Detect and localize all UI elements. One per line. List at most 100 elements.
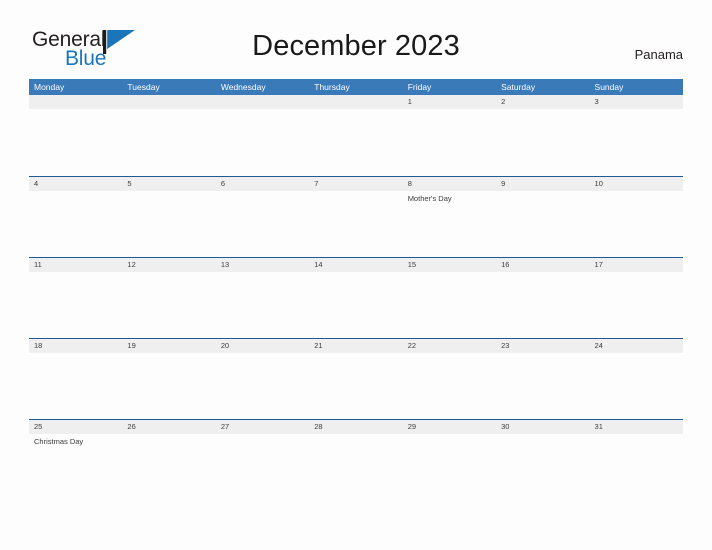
day-number[interactable]: 21 — [309, 339, 402, 353]
day-number[interactable]: 19 — [122, 339, 215, 353]
day-number[interactable]: 15 — [403, 258, 496, 272]
day-cell[interactable] — [403, 353, 496, 419]
week-event-band — [29, 272, 683, 338]
weekday-header-row: Monday Tuesday Wednesday Thursday Friday… — [29, 79, 683, 95]
day-cell[interactable] — [122, 109, 215, 175]
calendar-week-row: 1 2 3 — [29, 95, 683, 176]
day-cell[interactable] — [590, 109, 683, 175]
day-number[interactable]: 5 — [122, 177, 215, 191]
day-cell[interactable] — [496, 109, 589, 175]
week-event-band: Christmas Day — [29, 434, 683, 500]
day-number[interactable]: 17 — [590, 258, 683, 272]
day-number[interactable]: 27 — [216, 420, 309, 434]
week-date-band: 4 5 6 7 8 9 10 — [29, 176, 683, 191]
day-event: Christmas Day — [34, 437, 84, 446]
day-number[interactable]: 8 — [403, 177, 496, 191]
day-number[interactable]: 14 — [309, 258, 402, 272]
calendar-week-row: 4 5 6 7 8 9 10 Mother's Day — [29, 176, 683, 257]
day-cell[interactable] — [122, 191, 215, 257]
day-number[interactable]: 6 — [216, 177, 309, 191]
day-number[interactable]: 23 — [496, 339, 589, 353]
day-cell[interactable] — [216, 434, 309, 500]
day-cell[interactable] — [590, 272, 683, 338]
day-cell[interactable] — [29, 109, 122, 175]
day-number[interactable]: 3 — [590, 95, 683, 109]
week-date-band: 1 2 3 — [29, 95, 683, 109]
day-cell[interactable] — [403, 109, 496, 175]
day-number[interactable]: 16 — [496, 258, 589, 272]
day-cell[interactable] — [29, 272, 122, 338]
day-cell[interactable] — [216, 191, 309, 257]
week-date-band: 18 19 20 21 22 23 24 — [29, 338, 683, 353]
weekday-header-thursday: Thursday — [314, 82, 350, 92]
day-cell[interactable] — [590, 434, 683, 500]
day-cell[interactable] — [403, 434, 496, 500]
day-cell[interactable] — [309, 434, 402, 500]
day-number[interactable]: 7 — [309, 177, 402, 191]
day-number[interactable]: 22 — [403, 339, 496, 353]
day-cell[interactable] — [403, 272, 496, 338]
calendar-week-row: 11 12 13 14 15 16 17 — [29, 257, 683, 338]
day-number[interactable] — [29, 95, 122, 109]
day-number[interactable]: 1 — [403, 95, 496, 109]
day-number[interactable]: 25 — [29, 420, 122, 434]
weekday-header-sunday: Sunday — [594, 82, 624, 92]
day-cell[interactable] — [122, 434, 215, 500]
day-cell[interactable]: Mother's Day — [403, 191, 496, 257]
week-event-band: Mother's Day — [29, 191, 683, 257]
day-number[interactable]: 10 — [590, 177, 683, 191]
week-event-band — [29, 353, 683, 419]
day-cell[interactable] — [309, 109, 402, 175]
day-cell[interactable] — [309, 191, 402, 257]
week-event-band — [29, 109, 683, 175]
day-cell[interactable] — [590, 353, 683, 419]
day-number[interactable]: 12 — [122, 258, 215, 272]
day-cell[interactable] — [29, 191, 122, 257]
week-date-band: 25 26 27 28 29 30 31 — [29, 419, 683, 434]
day-cell[interactable] — [122, 272, 215, 338]
day-cell[interactable] — [122, 353, 215, 419]
day-number[interactable]: 2 — [496, 95, 589, 109]
calendar-week-row: 25 26 27 28 29 30 31 Christmas Day — [29, 419, 683, 500]
day-number[interactable]: 31 — [590, 420, 683, 434]
week-date-band: 11 12 13 14 15 16 17 — [29, 257, 683, 272]
day-cell[interactable] — [590, 191, 683, 257]
country-label: Panama — [634, 47, 683, 62]
weekday-header-tuesday: Tuesday — [127, 82, 160, 92]
day-event: Mother's Day — [407, 194, 452, 203]
day-number[interactable]: 29 — [403, 420, 496, 434]
weekday-header-monday: Monday — [34, 82, 65, 92]
day-cell[interactable] — [309, 353, 402, 419]
day-cell[interactable] — [496, 191, 589, 257]
day-number[interactable] — [309, 95, 402, 109]
page-title: December 2023 — [252, 30, 460, 62]
day-number[interactable] — [122, 95, 215, 109]
page-header: General Blue December 2023 Panama — [0, 0, 712, 76]
day-number[interactable]: 13 — [216, 258, 309, 272]
calendar-page: General Blue December 2023 Panama Monday… — [0, 0, 712, 550]
day-cell[interactable] — [309, 272, 402, 338]
day-number[interactable]: 18 — [29, 339, 122, 353]
day-number[interactable]: 26 — [122, 420, 215, 434]
day-cell[interactable] — [216, 109, 309, 175]
day-number[interactable] — [216, 95, 309, 109]
day-number[interactable]: 11 — [29, 258, 122, 272]
day-cell[interactable] — [216, 353, 309, 419]
day-cell[interactable] — [29, 353, 122, 419]
calendar-week-row: 18 19 20 21 22 23 24 — [29, 338, 683, 419]
weekday-header-friday: Friday — [407, 82, 432, 92]
day-cell[interactable] — [216, 272, 309, 338]
day-cell[interactable] — [496, 353, 589, 419]
day-number[interactable]: 28 — [309, 420, 402, 434]
day-number[interactable]: 9 — [496, 177, 589, 191]
day-number[interactable]: 24 — [590, 339, 683, 353]
weekday-header-wednesday: Wednesday — [220, 82, 266, 92]
day-cell[interactable] — [496, 434, 589, 500]
day-number[interactable]: 30 — [496, 420, 589, 434]
day-cell[interactable] — [496, 272, 589, 338]
day-number[interactable]: 4 — [29, 177, 122, 191]
calendar-grid: Monday Tuesday Wednesday Thursday Friday… — [29, 79, 683, 500]
weekday-header-saturday: Saturday — [501, 82, 536, 92]
day-number[interactable]: 20 — [216, 339, 309, 353]
day-cell[interactable]: Christmas Day — [29, 434, 122, 500]
